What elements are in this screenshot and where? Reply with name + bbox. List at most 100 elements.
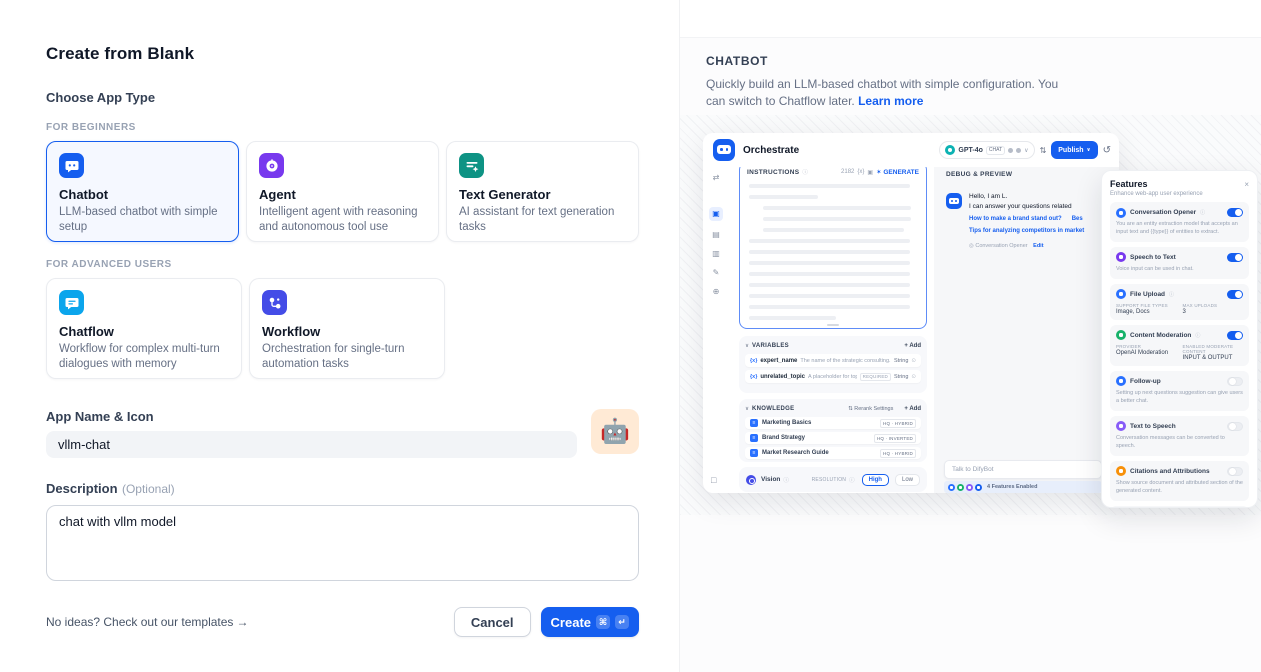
variable-menu-icon[interactable]: ⊙ xyxy=(911,358,916,364)
advanced-cards-row: Chatflow Workflow for complex multi-turn… xyxy=(46,278,639,379)
card-title: Chatflow xyxy=(59,324,229,339)
conversation-opener-icon xyxy=(1116,208,1126,218)
info-icon: ⓘ xyxy=(1169,291,1174,298)
conversation-opener-toggle[interactable] xyxy=(1227,208,1243,217)
app-name-label: App Name & Icon xyxy=(46,409,639,424)
preview-description: Quickly build an LLM-based chatbot with … xyxy=(706,76,1074,111)
sidebar-prompt-icon[interactable]: ▣ xyxy=(709,207,723,221)
sidebar-globe-icon[interactable]: ⊕ xyxy=(713,287,720,297)
app-name-input[interactable] xyxy=(46,431,577,458)
publish-button[interactable]: Publish ∨ xyxy=(1051,141,1097,159)
app-type-preview-panel: CHATBOT Quickly build an LLM-based chatb… xyxy=(679,0,1261,672)
close-icon[interactable]: × xyxy=(1244,180,1249,189)
suggested-question[interactable]: How to make a brand stand out?Bes xyxy=(969,216,1087,222)
card-title: Agent xyxy=(259,187,426,202)
resize-handle[interactable] xyxy=(827,324,839,326)
content-moderation-toggle[interactable] xyxy=(1227,331,1243,340)
bot-message: Hello, I am L. I can answer your questio… xyxy=(946,193,1087,249)
orchestrate-preview-card: Orchestrate GPT-4o CHAT ∨ ⇅ Publish ∨ xyxy=(703,133,1119,493)
resolution-high-button[interactable]: High xyxy=(862,474,889,486)
orchestrate-title: Orchestrate xyxy=(743,145,799,156)
dataset-icon: ≡ xyxy=(750,434,758,442)
vision-eye-icon xyxy=(746,475,756,485)
info-icon: ⓘ xyxy=(1200,209,1205,216)
app-type-card-chatflow[interactable]: Chatflow Workflow for complex multi-turn… xyxy=(46,278,242,379)
features-title: Features xyxy=(1110,179,1148,189)
app-type-card-workflow[interactable]: Workflow Orchestration for single-turn a… xyxy=(249,278,445,379)
variable-menu-icon[interactable]: ⊙ xyxy=(911,374,916,380)
copy-icon[interactable]: ▣ xyxy=(867,169,873,176)
follow-up-toggle[interactable] xyxy=(1227,377,1243,386)
command-key-icon: ⌘ xyxy=(596,615,610,629)
text-to-speech-icon xyxy=(1116,421,1126,431)
variable-row[interactable]: {x} expert_name The name of the strategi… xyxy=(745,354,921,367)
sidebar-edit-icon[interactable]: ✎ xyxy=(713,268,720,278)
app-type-card-chatbot[interactable]: Chatbot LLM-based chatbot with simple se… xyxy=(46,141,239,242)
preview-header: CHATBOT Quickly build an LLM-based chatb… xyxy=(680,38,1261,111)
model-selector[interactable]: GPT-4o CHAT ∨ xyxy=(939,141,1034,159)
model-config-icon[interactable]: ⇅ xyxy=(1040,146,1047,155)
dataset-name: Market Research Guide xyxy=(762,450,829,456)
feature-annotation-reply: Annotation Reply xyxy=(1110,506,1249,508)
card-description: Intelligent agent with reasoning and aut… xyxy=(259,205,426,234)
app-icon-picker[interactable]: 🤖 xyxy=(591,409,639,454)
cancel-button[interactable]: Cancel xyxy=(454,607,531,637)
app-type-card-agent[interactable]: Agent Intelligent agent with reasoning a… xyxy=(246,141,439,242)
edit-opener-link[interactable]: Edit xyxy=(1033,243,1043,249)
sidebar-document-icon[interactable]: ▥ xyxy=(712,249,720,259)
variable-name: expert_name xyxy=(760,358,797,364)
knowledge-title: KNOWLEDGE xyxy=(752,406,794,412)
feature-text-to-speech: Text to Speech Conversation messages can… xyxy=(1110,416,1249,456)
dataset-tag: HQ · HYBRID xyxy=(880,449,916,458)
add-knowledge-button[interactable]: + Add xyxy=(904,406,921,412)
description-textarea[interactable]: chat with vllm model xyxy=(46,505,639,581)
workflow-icon xyxy=(262,290,287,315)
history-icon[interactable]: ↺ xyxy=(1103,145,1111,156)
resolution-low-button[interactable]: Low xyxy=(895,474,920,486)
vision-label: Vision xyxy=(761,476,780,483)
chevron-down-icon: ∨ xyxy=(1087,147,1091,153)
debug-preview-title: DEBUG & PREVIEW xyxy=(934,167,1119,178)
dataset-tag: HQ · HYBRID xyxy=(880,419,916,428)
content-moderation-mini-icon xyxy=(957,484,964,491)
knowledge-item[interactable]: ≡ Brand Strategy HQ · INVERTED xyxy=(745,432,921,444)
variable-icon[interactable]: {x} xyxy=(857,169,864,175)
rerank-settings-button[interactable]: ⇅ Rerank Settings xyxy=(848,406,893,412)
swap-icon[interactable]: ⇄ xyxy=(713,173,720,183)
citations-toggle[interactable] xyxy=(1227,467,1243,476)
card-description: LLM-based chatbot with simple setup xyxy=(59,205,226,234)
knowledge-item[interactable]: ≡ Market Research Guide HQ · HYBRID xyxy=(745,447,921,459)
chevron-down-icon[interactable]: ∨ xyxy=(745,406,749,412)
orchestrate-topbar: Orchestrate GPT-4o CHAT ∨ ⇅ Publish ∨ xyxy=(703,133,1119,167)
top-strip xyxy=(680,0,1261,38)
chat-input[interactable]: Talk to DifyBot xyxy=(944,460,1102,479)
citations-icon xyxy=(1116,466,1126,476)
instructions-skeleton xyxy=(740,179,926,320)
generate-button[interactable]: ✶ GENERATE xyxy=(876,168,919,176)
sidebar-image-icon[interactable]: ▤ xyxy=(712,230,720,240)
variable-row[interactable]: {x} unrelated_topic A placeholder for to… xyxy=(745,370,921,383)
choose-app-type-label: Choose App Type xyxy=(46,90,639,105)
speech-to-text-toggle[interactable] xyxy=(1227,253,1243,262)
text-to-speech-toggle[interactable] xyxy=(1227,422,1243,431)
chevron-down-icon[interactable]: ∨ xyxy=(745,343,749,349)
app-type-card-text-generator[interactable]: Text Generator AI assistant for text gen… xyxy=(446,141,639,242)
dataset-name: Marketing Basics xyxy=(762,420,811,426)
create-button[interactable]: Create ⌘ ↵ xyxy=(541,607,639,637)
knowledge-item[interactable]: ≡ Marketing Basics HQ · HYBRID xyxy=(745,417,921,429)
file-upload-toggle[interactable] xyxy=(1227,290,1243,299)
sidebar-bottom-icon[interactable]: □ xyxy=(711,475,716,485)
character-count: 2182 xyxy=(841,169,854,175)
templates-link[interactable]: No ideas? Check out our templates xyxy=(46,615,233,629)
add-variable-button[interactable]: + Add xyxy=(904,343,921,349)
suggested-question[interactable]: Tips for analyzing competitors in market xyxy=(969,228,1087,234)
robot-emoji-icon: 🤖 xyxy=(600,417,630,446)
features-panel: Features × Enhance web-app user experien… xyxy=(1101,170,1258,508)
variable-icon: {x} xyxy=(750,374,757,380)
learn-more-link[interactable]: Learn more xyxy=(858,94,923,108)
create-from-blank-panel: Create from Blank Choose App Type FOR BE… xyxy=(0,0,679,672)
features-enabled-bar[interactable]: 4 Features Enabled xyxy=(944,481,1102,493)
variable-type: String xyxy=(894,358,908,364)
app-name-section: App Name & Icon 🤖 xyxy=(46,409,639,458)
optional-label: (Optional) xyxy=(122,482,175,496)
